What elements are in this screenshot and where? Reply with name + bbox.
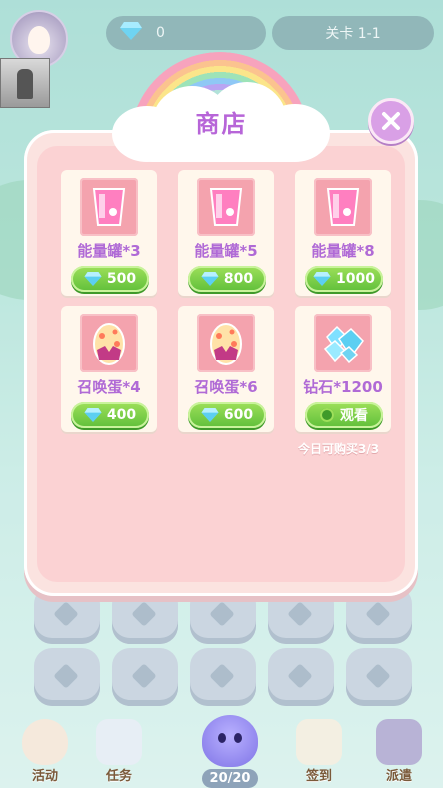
item-name: 能量罐*3 — [77, 242, 141, 260]
energy-progress: 20/20 — [201, 769, 259, 788]
watch-ad-button[interactable]: 观看 — [305, 402, 383, 428]
shop-item-card[interactable]: 能量罐*3 500 — [61, 170, 157, 296]
gem-counter: 0 — [106, 16, 266, 50]
calendar-icon — [296, 719, 342, 765]
play-icon — [320, 408, 334, 422]
item-name: 能量罐*5 — [194, 242, 258, 260]
price-value: 500 — [106, 271, 137, 287]
nav-tasks[interactable]: 任务 — [86, 714, 152, 784]
diamond-pile-icon — [314, 314, 372, 372]
mascot-icon — [202, 715, 258, 767]
diamond-icon — [84, 272, 102, 286]
shop-item-card[interactable]: 召唤蛋*6 600 — [178, 306, 274, 432]
book-icon — [376, 719, 422, 765]
buy-button[interactable]: 1000 — [305, 266, 383, 292]
egg-icon — [22, 719, 68, 765]
shop-item-card[interactable]: 能量罐*8 1000 — [295, 170, 391, 296]
energy-can-icon — [197, 178, 255, 236]
item-name: 钻石*1200 — [303, 378, 383, 396]
item-name: 能量罐*8 — [311, 242, 375, 260]
energy-can-icon — [314, 178, 372, 236]
diamond-icon — [120, 22, 142, 44]
diamond-icon — [84, 408, 102, 422]
diamond-icon — [201, 408, 219, 422]
gem-count: 0 — [156, 25, 165, 41]
shop-item-card[interactable]: 能量罐*5 800 — [178, 170, 274, 296]
level-indicator: 关卡 1-1 — [272, 16, 434, 50]
buy-button[interactable]: 500 — [71, 266, 149, 292]
nav-activity[interactable]: 活动 — [12, 714, 78, 784]
shop-item-card[interactable]: 召唤蛋*4 400 — [61, 306, 157, 432]
shop-item-card[interactable]: 钻石*1200 观看 — [295, 306, 391, 432]
diamond-icon — [313, 272, 331, 286]
nav-dispatch[interactable]: 派遣 — [366, 714, 432, 784]
buy-button[interactable]: 400 — [71, 402, 149, 428]
price-value: 400 — [106, 407, 137, 423]
energy-can-icon — [80, 178, 138, 236]
price-value: 600 — [223, 407, 254, 423]
price-value: 800 — [223, 271, 254, 287]
close-button[interactable] — [368, 98, 414, 144]
nav-label: 派遣 — [385, 769, 412, 784]
nav-label: 活动 — [31, 769, 58, 784]
nav-checkin[interactable]: 签到 — [286, 714, 352, 784]
summon-egg-icon — [80, 314, 138, 372]
item-name: 召唤蛋*4 — [77, 378, 141, 396]
price-value: 1000 — [336, 271, 375, 287]
energy-mascot[interactable]: 20/20 — [190, 700, 270, 788]
summon-egg-icon — [197, 314, 255, 372]
watch-label: 观看 — [340, 408, 368, 424]
nav-label: 任务 — [105, 769, 132, 784]
daily-purchase-limit: 今日可购买3/3 — [298, 442, 380, 456]
diamond-icon — [201, 272, 219, 286]
nav-label: 签到 — [305, 769, 332, 784]
checklist-icon — [96, 719, 142, 765]
close-icon — [382, 112, 400, 130]
item-name: 召唤蛋*6 — [194, 378, 258, 396]
portrait-thumbnail — [0, 58, 50, 108]
buy-button[interactable]: 800 — [188, 266, 266, 292]
buy-button[interactable]: 600 — [188, 402, 266, 428]
